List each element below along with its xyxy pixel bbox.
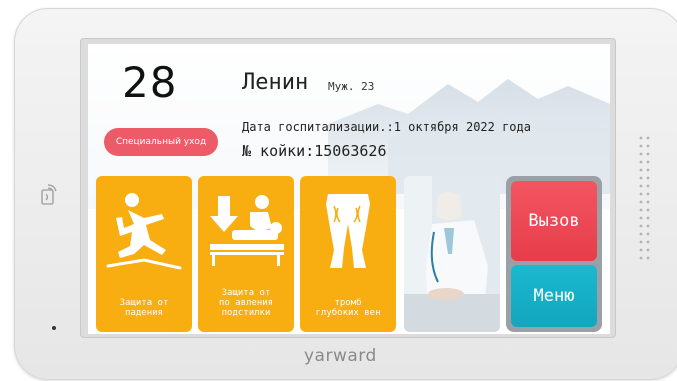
brand-logo: yarward	[304, 346, 377, 366]
tile-pressure-sore[interactable]: Защита от по авления подстилки	[198, 176, 294, 332]
speaker-grille	[639, 136, 650, 260]
tile-deep-vein-thrombosis[interactable]: тромб глубоких вен	[300, 176, 396, 332]
screen: 28 Специальный уход Ленин Муж. 23 Дата г…	[88, 44, 610, 334]
action-panel: Вызов Меню	[506, 176, 602, 332]
special-care-badge[interactable]: Специальный уход	[104, 128, 218, 156]
patient-meta: Муж. 23	[328, 80, 375, 93]
bed-patient-icon	[210, 195, 284, 266]
tile-label-fall: Защита от падения	[119, 298, 169, 318]
tile-fall-protection[interactable]: Защита от падения	[96, 176, 192, 332]
bed-id: № койки:15063626	[242, 142, 387, 160]
bed-number: 28	[122, 58, 178, 107]
menu-button[interactable]: Меню	[511, 265, 597, 327]
nfc-icon	[41, 184, 57, 205]
tile-label-pressure: Защита от по авления подстилки	[218, 288, 274, 318]
patient-name: Ленин	[242, 70, 309, 95]
fall-icon	[106, 193, 182, 270]
doctor-photo-image	[404, 176, 500, 332]
legs-thrombosis-icon	[326, 194, 370, 268]
doctor-photo	[404, 176, 500, 332]
admission-date: Дата госпитализации.:1 октября 2022 года	[242, 120, 531, 134]
camera-dot	[52, 326, 56, 330]
call-button[interactable]: Вызов	[511, 181, 597, 261]
tile-label-dvt: тромб глубоких вен	[315, 298, 381, 318]
